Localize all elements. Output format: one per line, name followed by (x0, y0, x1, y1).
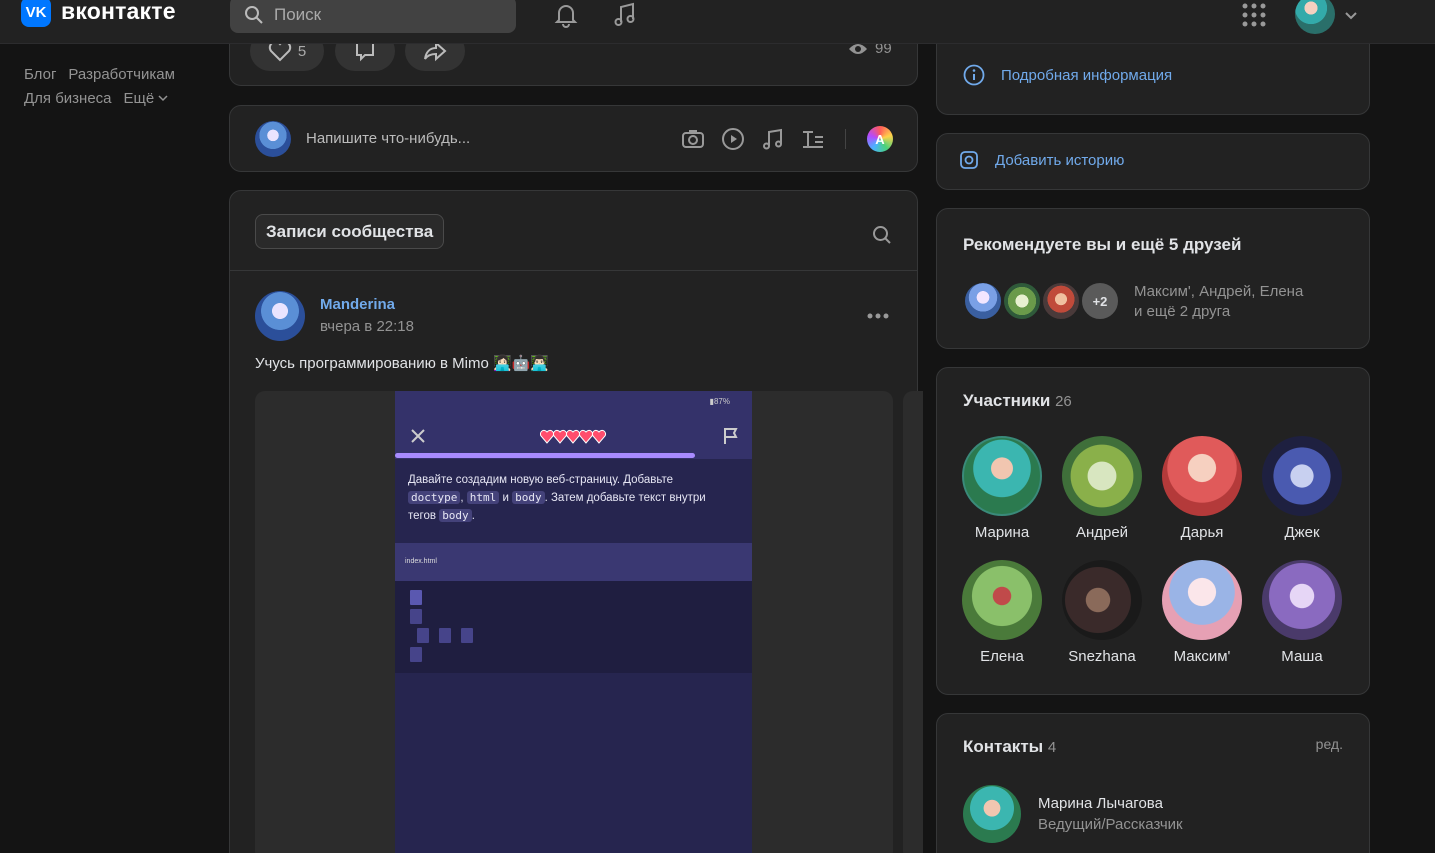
community-wall: Записи сообщества Manderina вчера в 22:1… (229, 190, 923, 853)
post-author-avatar[interactable] (255, 291, 305, 341)
search-placeholder: Поиск (274, 4, 322, 24)
profile-avatar[interactable] (1295, 0, 1335, 34)
link-developers[interactable]: Разработчикам (68, 66, 174, 83)
contacts-edit-link[interactable]: ред. (1316, 736, 1343, 752)
hearts-lives-icon (540, 429, 607, 444)
wall-divider (230, 270, 917, 271)
friend-avatar[interactable] (963, 281, 1003, 321)
notifications-bell-icon[interactable] (552, 0, 580, 30)
logo-text: вконтакте (61, 0, 176, 24)
contact-avatar[interactable] (963, 785, 1021, 843)
member-item[interactable]: Елена (952, 560, 1052, 665)
member-item[interactable]: Маша (1252, 560, 1352, 665)
composer-divider (845, 129, 846, 149)
post-image[interactable]: ▮87% Давайте создадим новую веб-страницу… (255, 391, 893, 853)
search-input[interactable]: Поиск (230, 0, 516, 33)
member-avatar (1262, 436, 1342, 516)
flag-icon (724, 428, 738, 444)
add-story-card: Добавить историю (936, 133, 1370, 190)
member-avatar (1162, 560, 1242, 640)
code-editor (395, 581, 752, 673)
members-count: 26 (1055, 393, 1072, 410)
composer-placeholder[interactable]: Напишите что-нибудь... (306, 130, 470, 147)
recommend-card: Рекомендуете вы и ещё 5 друзей +2 Максим… (936, 208, 1370, 349)
member-item[interactable]: Марина (952, 436, 1052, 541)
member-avatar (1062, 436, 1142, 516)
add-story-button[interactable]: Добавить историю (959, 150, 1124, 170)
music-icon[interactable] (760, 126, 786, 152)
member-item[interactable]: Дарья (1152, 436, 1252, 541)
members-title[interactable]: Участники 26 (963, 391, 1072, 411)
left-footer-links: Блог Разработчикам Для бизнеса Ещё (24, 63, 187, 111)
apps-grid-icon[interactable] (1240, 0, 1268, 30)
member-item[interactable]: Максим' (1152, 560, 1252, 665)
instagram-story-icon (960, 151, 978, 169)
more-friends-badge[interactable]: +2 (1080, 281, 1120, 321)
member-avatar (1162, 436, 1242, 516)
link-business[interactable]: Для бизнеса (24, 90, 112, 107)
close-icon (411, 429, 425, 443)
link-more-label: Ещё (123, 90, 155, 107)
like-count: 5 (297, 42, 307, 60)
contacts-card: Контакты 4 ред. Марина Лычагова Ведущий/… (936, 713, 1370, 853)
vk-logo-icon: VK (21, 0, 51, 27)
search-icon[interactable] (870, 223, 894, 247)
info-link-label: Подробная информация (1001, 66, 1173, 84)
recommend-names: Максим', Андрей, Елена и ещё 2 друга (1134, 283, 1304, 320)
link-more[interactable]: Ещё (124, 90, 169, 107)
info-icon (963, 64, 985, 86)
chevron-down-icon (158, 95, 168, 102)
search-icon (245, 5, 263, 24)
article-icon[interactable] (800, 126, 826, 152)
members-card: Участники 26 Марина Андрей Дарья Джек Ел… (936, 367, 1370, 695)
contacts-title[interactable]: Контакты 4 (963, 737, 1056, 757)
info-link[interactable]: Подробная информация (963, 64, 1172, 86)
friend-avatar[interactable] (1041, 281, 1081, 321)
battery-indicator: ▮87% (709, 397, 730, 406)
video-icon[interactable] (720, 126, 746, 152)
add-story-label: Добавить историю (995, 151, 1125, 169)
recommend-title: Рекомендуете вы и ещё 5 друзей (963, 235, 1242, 254)
contact-role: Ведущий/Рассказчик (1038, 816, 1183, 833)
friend-avatar[interactable] (1002, 281, 1042, 321)
vk-logo[interactable]: VK вконтакте (21, 0, 176, 28)
mimo-app-screenshot: ▮87% Давайте создадим новую веб-страницу… (395, 391, 752, 853)
composer-avatar (255, 121, 291, 157)
contacts-count: 4 (1047, 739, 1057, 756)
link-blog[interactable]: Блог (24, 66, 56, 83)
post-composer: Напишите что-нибудь... A (229, 105, 918, 172)
chevron-down-icon[interactable] (1344, 8, 1358, 22)
app-top-bar: ▮87% (395, 391, 752, 459)
camera-icon[interactable] (680, 126, 706, 152)
more-options-icon[interactable] (865, 306, 891, 326)
post-author-name[interactable]: Manderina (320, 296, 395, 313)
member-item[interactable]: Snezhana (1052, 560, 1152, 665)
tab-community-posts[interactable]: Записи сообщества (255, 214, 445, 249)
next-image-peek[interactable] (903, 391, 923, 853)
ai-assistant-icon[interactable]: A (867, 126, 893, 152)
post-timestamp[interactable]: вчера в 22:18 (320, 318, 414, 335)
lesson-progress-bar (395, 453, 695, 458)
member-item[interactable]: Андрей (1052, 436, 1152, 541)
editor-cursor (410, 590, 422, 605)
contact-name[interactable]: Марина Лычагова (1038, 795, 1163, 812)
member-item[interactable]: Джек (1252, 436, 1352, 541)
lesson-instructions: Давайте создадим новую веб-страницу. Доб… (408, 474, 706, 522)
member-avatar (962, 560, 1042, 640)
member-avatar (1062, 560, 1142, 640)
post-text: Учусь программированию в Mimo 👩🏻‍💻🤖👨🏻‍💻 (255, 355, 550, 372)
top-header: VK вконтакте Поиск (0, 0, 1435, 44)
music-note-icon[interactable] (611, 0, 639, 30)
member-avatar (962, 436, 1042, 516)
editor-file-tab: index.html (395, 543, 752, 581)
member-avatar (1262, 560, 1342, 640)
